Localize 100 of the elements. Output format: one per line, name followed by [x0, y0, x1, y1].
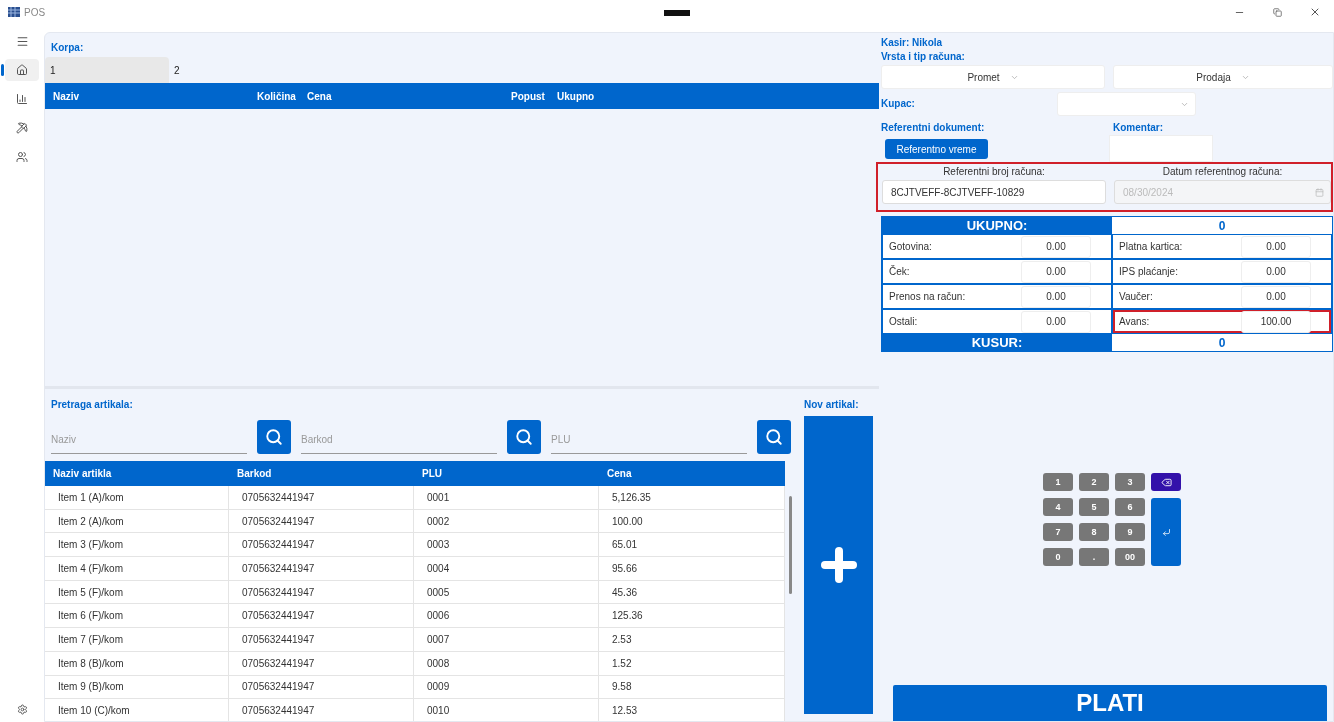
- table-cell: Item 4 (F)/kom: [45, 557, 229, 580]
- table-cell: 0705632441947: [229, 509, 414, 533]
- table-cell: 0005: [414, 580, 599, 604]
- payment-label: Ostali:: [889, 316, 918, 327]
- table-cell: 0010: [414, 699, 599, 721]
- payment-field[interactable]: 0.00: [1021, 285, 1091, 308]
- scrollbar[interactable]: [788, 496, 792, 594]
- table-cell: 0009: [414, 675, 599, 699]
- search-field[interactable]: Naziv: [51, 426, 247, 454]
- column-header: Naziv: [53, 90, 80, 102]
- payment-field[interactable]: 0.00: [1021, 235, 1091, 258]
- customer-label: Kupac:: [881, 98, 916, 109]
- comment-field[interactable]: [1109, 135, 1213, 162]
- search-button[interactable]: [507, 420, 541, 454]
- new-item-label: Nov artikal:: [804, 399, 860, 410]
- enter-icon: [1161, 527, 1171, 537]
- cart-tab[interactable]: 1: [45, 57, 169, 83]
- keypad-key[interactable]: 00: [1115, 548, 1145, 566]
- home-icon: [16, 64, 28, 76]
- table-cell: 1.52: [599, 651, 785, 675]
- search-icon: [515, 428, 533, 446]
- keypad-key[interactable]: 4: [1043, 498, 1073, 516]
- payment-label: Gotovina:: [889, 241, 932, 252]
- table-cell: 0002: [414, 509, 599, 533]
- column-header: Cena: [307, 90, 332, 102]
- calendar-icon: [1315, 187, 1324, 197]
- table-cell: Item 6 (F)/kom: [45, 604, 229, 628]
- payment-field[interactable]: 100.00: [1241, 310, 1311, 333]
- app-logo-icon: [8, 7, 20, 17]
- settings-icon: [16, 703, 28, 715]
- table-cell: 12.53: [599, 699, 785, 721]
- table-cell: 9.58: [599, 675, 785, 699]
- payment-label: Ček:: [889, 266, 910, 277]
- table-cell: Item 5 (F)/kom: [45, 580, 229, 604]
- column-header: Barkod: [236, 467, 273, 481]
- people-icon: [16, 151, 28, 163]
- keypad-key[interactable]: 3: [1115, 473, 1145, 491]
- receipt-type-label: Vrsta i tip računa:: [881, 51, 966, 62]
- menu-icon: [15, 34, 29, 48]
- table-cell: 0006: [414, 604, 599, 628]
- table-cell: Item 7 (F)/kom: [45, 628, 229, 651]
- table-cell: 0004: [414, 557, 599, 580]
- cart-tab[interactable]: 2: [169, 57, 293, 83]
- table-cell: 0705632441947: [229, 580, 414, 604]
- reference-date-label: Datum referentnog računa:: [1161, 166, 1284, 177]
- table-cell: 2.53: [599, 628, 785, 651]
- keypad-key[interactable]: 8: [1079, 523, 1109, 541]
- payment-label: Avans:: [1119, 316, 1150, 327]
- table-cell: 0001: [414, 486, 599, 509]
- comment-label: Komentar:: [1113, 122, 1163, 133]
- reference-number-field[interactable]: 8CJTVEFF-8CJTVEFF-10829: [882, 180, 1106, 204]
- keypad-key[interactable]: 2: [1079, 473, 1109, 491]
- table-cell: 0705632441947: [229, 533, 414, 557]
- notch: [664, 10, 690, 16]
- table-cell: 45.36: [599, 580, 785, 604]
- table-cell: 0705632441947: [229, 628, 414, 651]
- table-cell: 0007: [414, 628, 599, 651]
- receipt-type-dropdown[interactable]: Promet: [881, 65, 1105, 89]
- reference-document-label: Referentni dokument:: [881, 122, 986, 133]
- table-cell: Item 2 (A)/kom: [45, 509, 229, 533]
- column-header: PLU: [421, 467, 443, 481]
- payment-field[interactable]: 0.00: [1241, 260, 1311, 283]
- reference-time-button[interactable]: Referentno vreme: [885, 139, 988, 159]
- column-header: Naziv artikla: [52, 467, 113, 481]
- keypad-key[interactable]: 0: [1043, 548, 1073, 566]
- keypad-key[interactable]: 9: [1115, 523, 1145, 541]
- table-cell: 0705632441947: [229, 675, 414, 699]
- table-cell: 65.01: [599, 533, 785, 557]
- backspace-key[interactable]: [1151, 473, 1181, 491]
- cashier-label: Kasir: Nikola: [881, 37, 944, 48]
- window-title: POS: [24, 6, 46, 18]
- keypad-key[interactable]: 1: [1043, 473, 1073, 491]
- table-cell: 0705632441947: [229, 486, 414, 509]
- tool-icon: [16, 122, 28, 134]
- keypad-key[interactable]: 6: [1115, 498, 1145, 516]
- keypad-key[interactable]: 7: [1043, 523, 1073, 541]
- search-button[interactable]: [257, 420, 291, 454]
- backspace-icon: [1160, 476, 1172, 488]
- payment-label: Prenos na račun:: [889, 291, 966, 302]
- search-field[interactable]: PLU: [551, 426, 747, 454]
- receipt-subtype-dropdown[interactable]: Prodaja: [1113, 65, 1333, 89]
- table-cell: Item 3 (F)/kom: [45, 533, 229, 557]
- table-cell: 0705632441947: [229, 651, 414, 675]
- payment-field[interactable]: 0.00: [1241, 235, 1311, 258]
- column-header: Popust: [511, 90, 545, 102]
- keypad-key[interactable]: 5: [1079, 498, 1109, 516]
- table-cell: 0705632441947: [229, 604, 414, 628]
- pay-button[interactable]: PLATI: [893, 685, 1327, 721]
- cart-label: Korpa:: [51, 42, 85, 53]
- search-field[interactable]: Barkod: [301, 426, 497, 454]
- payment-field[interactable]: 0.00: [1241, 285, 1311, 308]
- payment-field[interactable]: 0.00: [1021, 260, 1091, 283]
- change-label: KUSUR:: [882, 334, 1112, 351]
- add-item-button[interactable]: [804, 416, 873, 714]
- search-button[interactable]: [757, 420, 791, 454]
- table-cell: 100.00: [599, 509, 785, 533]
- payment-field[interactable]: 0.00: [1021, 310, 1091, 333]
- table-cell: 0705632441947: [229, 557, 414, 580]
- keypad-key[interactable]: .: [1079, 548, 1109, 566]
- total-value: 0: [1112, 217, 1332, 234]
